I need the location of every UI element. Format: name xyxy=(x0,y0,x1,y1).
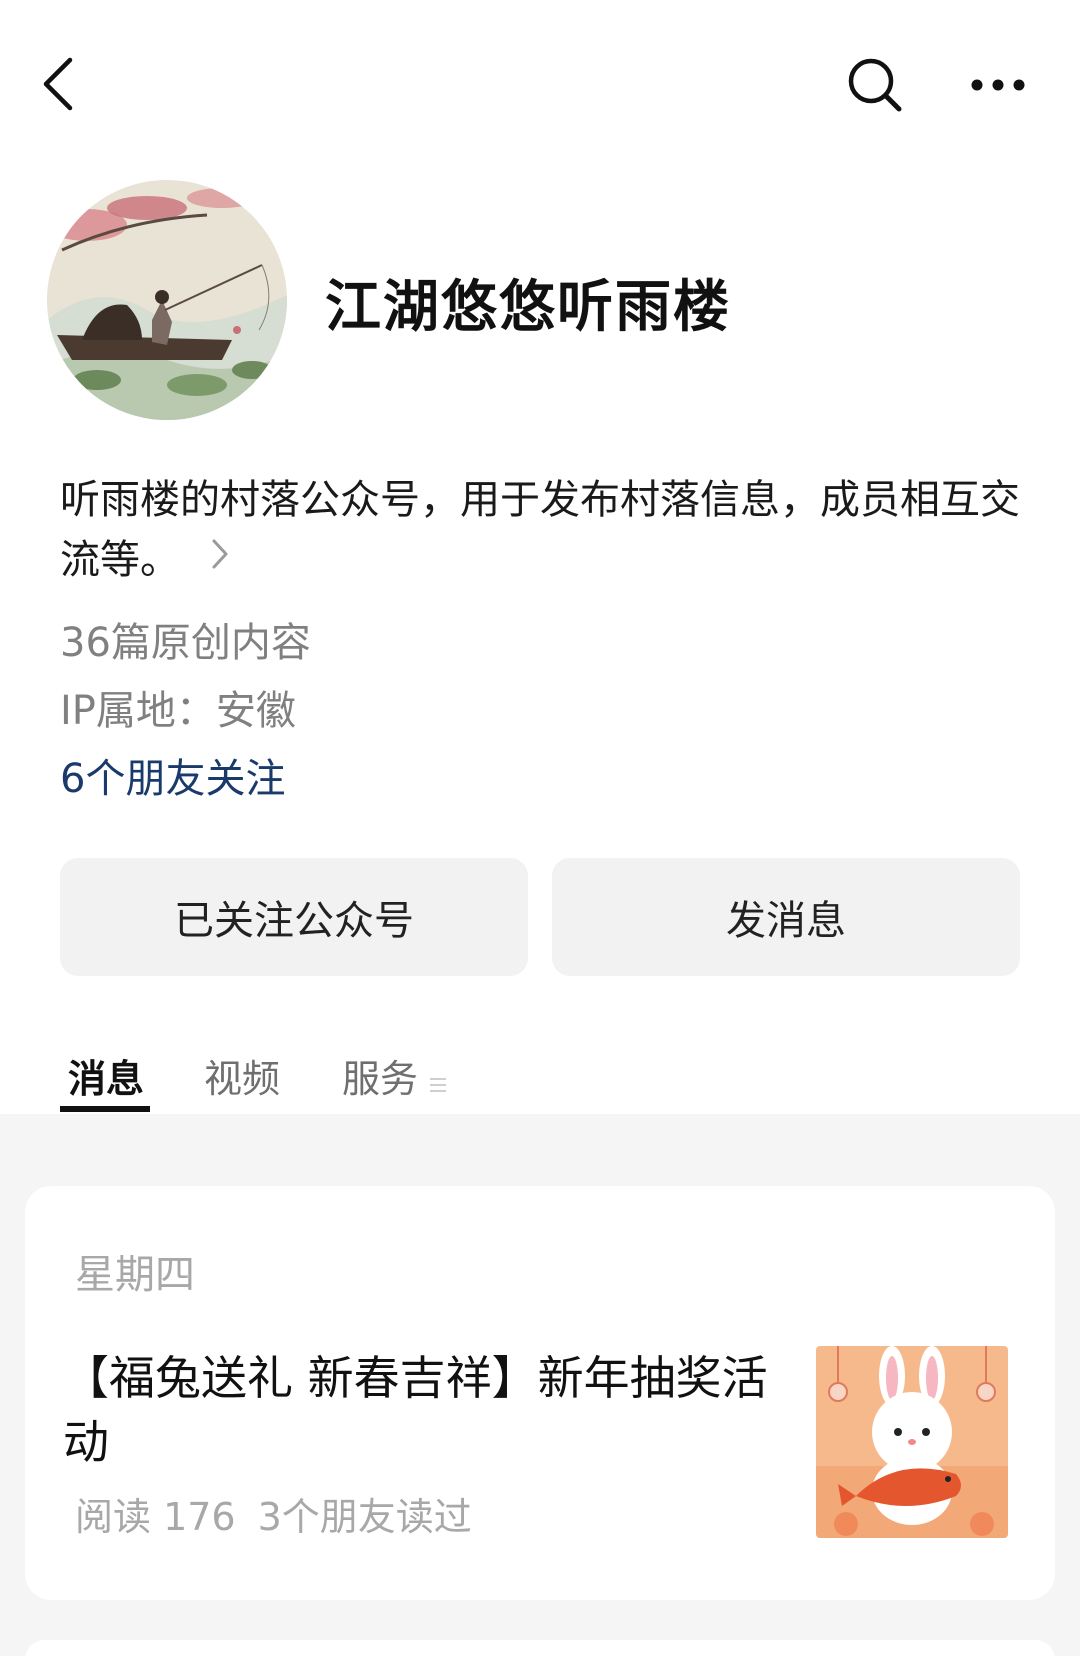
description-text: 听雨楼的村落公众号，用于发布村落信息，成员相互交流等。 xyxy=(60,477,1020,583)
friends-read: 3个朋友读过 xyxy=(257,1495,472,1539)
article-item[interactable]: 星期四 【福兔送礼 新春吉祥】新年抽奖活动 阅读 176 3个朋友读过 xyxy=(25,1186,1055,1600)
article-thumbnail xyxy=(816,1346,1008,1538)
read-count: 阅读 176 xyxy=(75,1495,236,1539)
ip-location: IP属地：安徽 xyxy=(60,688,296,734)
more-button[interactable] xyxy=(958,50,1038,120)
menu-icon xyxy=(428,1060,448,1104)
message-card: 星期四 【福兔送礼 新春吉祥】新年抽奖活动 阅读 176 3个朋友读过 xyxy=(25,1186,1055,1600)
chevron-right-icon xyxy=(210,528,230,588)
account-name: 江湖悠悠听雨楼 xyxy=(325,275,731,340)
content-tabs: 消息 视频 服务 xyxy=(0,1030,1080,1114)
tab-services[interactable]: 服务 xyxy=(342,1048,448,1104)
top-bar xyxy=(0,0,1080,170)
avatar[interactable] xyxy=(47,180,287,420)
search-icon xyxy=(848,58,902,112)
followed-account-button[interactable]: 已关注公众号 xyxy=(60,858,528,976)
avatar-image xyxy=(47,180,287,420)
account-description[interactable]: 听雨楼的村落公众号，用于发布村落信息，成员相互交流等。 xyxy=(60,470,1020,592)
search-button[interactable] xyxy=(840,50,910,120)
send-message-button[interactable]: 发消息 xyxy=(552,858,1020,976)
article-title: 【福兔送礼 新春吉祥】新年抽奖活动 xyxy=(63,1351,768,1469)
tab-services-label: 服务 xyxy=(342,1057,419,1101)
article-stats: 阅读 176 3个朋友读过 xyxy=(75,1486,472,1541)
original-content-count: 36篇原创内容 xyxy=(60,620,311,666)
active-tab-indicator xyxy=(60,1106,150,1112)
next-message-card xyxy=(25,1640,1055,1680)
tab-video[interactable]: 视频 xyxy=(204,1048,280,1103)
friends-follow-link[interactable]: 6个朋友关注 xyxy=(60,746,285,804)
rabbit-with-koi-image xyxy=(816,1346,1008,1538)
more-horizontal-icon xyxy=(971,79,1025,91)
chevron-left-icon xyxy=(43,57,73,111)
tab-messages[interactable]: 消息 xyxy=(68,1048,144,1103)
back-button[interactable] xyxy=(28,48,88,120)
day-label: 星期四 xyxy=(75,1252,195,1298)
